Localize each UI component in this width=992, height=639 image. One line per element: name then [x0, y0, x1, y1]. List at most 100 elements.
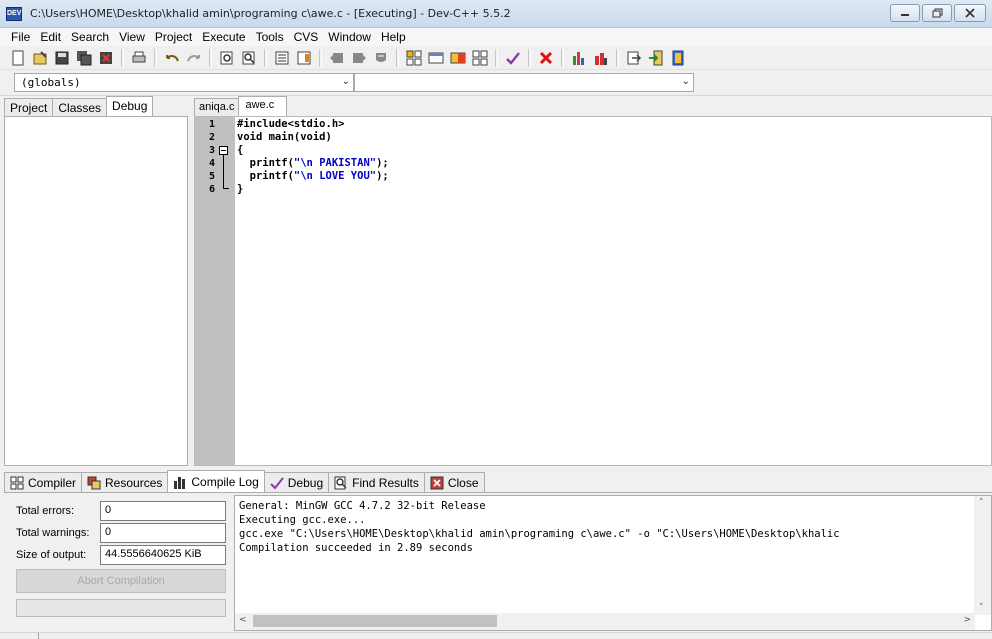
log-line: Compilation succeeded in 2.89 seconds [239, 542, 473, 554]
code-text: #include<stdio.h> [237, 118, 345, 130]
menu-tools[interactable]: Tools [251, 30, 289, 44]
save-all-icon [77, 50, 92, 65]
menu-help[interactable]: Help [376, 30, 411, 44]
indent-button[interactable] [272, 48, 292, 68]
tab-label: Find Results [352, 475, 419, 490]
scroll-right-icon[interactable]: > [963, 615, 971, 625]
left-panel-body[interactable] [4, 116, 188, 466]
toolbar-separator [528, 48, 531, 67]
menu-window[interactable]: Window [323, 30, 376, 44]
line-number: 1 [208, 119, 215, 130]
check-syntax-button[interactable] [503, 48, 523, 68]
project-options-icon [472, 50, 488, 65]
tab-file-awe[interactable]: awe.c [238, 96, 288, 116]
toggle-comment-button[interactable] [371, 48, 391, 68]
toolbar-separator [495, 48, 498, 67]
save-button[interactable] [52, 48, 72, 68]
editor-tab-strip: aniqa.c awe.c [194, 96, 288, 116]
member-combo[interactable]: ⌄ [354, 73, 694, 92]
close-window-button[interactable] [954, 4, 986, 22]
close-file-button[interactable] [96, 48, 116, 68]
line-number-gutter: 1 2 3 4 5 6 [195, 117, 235, 465]
scroll-left-icon[interactable]: < [239, 615, 247, 625]
abort-compilation-button[interactable]: Abort Compilation [16, 569, 226, 593]
restore-button[interactable] [922, 4, 952, 22]
minimize-button[interactable] [890, 4, 920, 22]
menu-execute[interactable]: Execute [197, 30, 250, 44]
tab-debug[interactable]: Debug [106, 96, 154, 116]
scroll-up-icon[interactable]: ˄ [979, 498, 984, 508]
menu-file[interactable]: File [6, 30, 35, 44]
new-file-button[interactable] [8, 48, 28, 68]
scope-combo[interactable]: (globals) ⌄ [14, 73, 354, 92]
tab-compile-log[interactable]: Compile Log [167, 470, 265, 492]
tab-resources[interactable]: Resources [81, 472, 169, 492]
fold-guide-end [223, 188, 229, 189]
code-editor[interactable]: 1 2 3 4 5 6 #include<stdio.h> void main(… [194, 116, 992, 466]
fold-toggle-icon[interactable] [219, 146, 228, 155]
undo-button[interactable] [162, 48, 182, 68]
tab-classes[interactable]: Classes [52, 98, 108, 116]
tab-close[interactable]: Close [423, 472, 485, 492]
code-text: printf( [237, 170, 294, 182]
line-number: 2 [208, 132, 215, 143]
code-text: { [237, 144, 244, 156]
stop-button[interactable] [536, 48, 556, 68]
bookmark-next-icon [353, 52, 366, 63]
debug-button[interactable] [591, 48, 611, 68]
output-size-label: Size of output: [16, 549, 87, 561]
tab-find-results[interactable]: Find Results [328, 472, 425, 492]
compiler-grid-icon [10, 476, 24, 489]
unindent-button[interactable] [294, 48, 314, 68]
code-line: printf("\n LOVE YOU"); [237, 170, 389, 182]
tab-label: Compiler [28, 475, 77, 490]
horizontal-scrollbar[interactable]: < > [235, 613, 975, 630]
undo-icon [166, 54, 179, 61]
toolbar-separator [209, 48, 212, 67]
tab-label: Compile Log [191, 474, 259, 489]
line-number: 6 [208, 184, 215, 195]
fold-guide [223, 155, 224, 188]
redo-button[interactable] [184, 48, 204, 68]
menu-view[interactable]: View [114, 30, 150, 44]
open-icon [33, 50, 47, 64]
log-line: Executing gcc.exe... [239, 514, 366, 526]
replace-button[interactable] [239, 48, 259, 68]
profile-button[interactable] [569, 48, 589, 68]
chevron-down-icon: ⌄ [681, 76, 690, 87]
remove-from-project-button[interactable] [448, 48, 468, 68]
menu-edit[interactable]: Edit [35, 30, 66, 44]
toolbar [0, 46, 992, 70]
open-button[interactable] [30, 48, 50, 68]
toggle-comment-icon [376, 52, 386, 62]
tab-compiler[interactable]: Compiler [4, 472, 83, 492]
goto-button[interactable] [624, 48, 644, 68]
tab-file-aniqa[interactable]: aniqa.c [194, 98, 240, 116]
menu-cvs[interactable]: CVS [289, 30, 324, 44]
output-size-field: 44.5556640625 KiB [100, 545, 226, 565]
exit-button[interactable] [646, 48, 666, 68]
new-file-icon [12, 50, 24, 65]
menu-search[interactable]: Search [66, 30, 114, 44]
new-project-button[interactable] [404, 48, 424, 68]
bottom-tab-strip: Compiler Resources Compile Log Debug Fin… [4, 470, 485, 492]
code-line: { [237, 144, 243, 156]
tab-debug-output[interactable]: Debug [263, 472, 330, 492]
add-to-project-button[interactable] [426, 48, 446, 68]
debug-check-icon [270, 476, 284, 489]
find-button[interactable] [217, 48, 237, 68]
save-all-button[interactable] [74, 48, 94, 68]
project-options-button[interactable] [470, 48, 490, 68]
print-button[interactable] [129, 48, 149, 68]
about-button[interactable] [668, 48, 688, 68]
scrollbar-thumb[interactable] [253, 615, 497, 627]
scroll-down-icon[interactable]: ˅ [979, 603, 984, 613]
bookmark-next-button[interactable] [349, 48, 369, 68]
vertical-scrollbar[interactable]: ˄ ˅ [974, 496, 991, 615]
save-icon [55, 51, 69, 64]
tab-project[interactable]: Project [4, 98, 54, 116]
menu-project[interactable]: Project [150, 30, 197, 44]
bookmark-prev-button[interactable] [327, 48, 347, 68]
compile-log-output[interactable]: General: MinGW GCC 4.7.2 32-bit Release … [234, 495, 992, 631]
toolbar-separator [616, 48, 619, 67]
